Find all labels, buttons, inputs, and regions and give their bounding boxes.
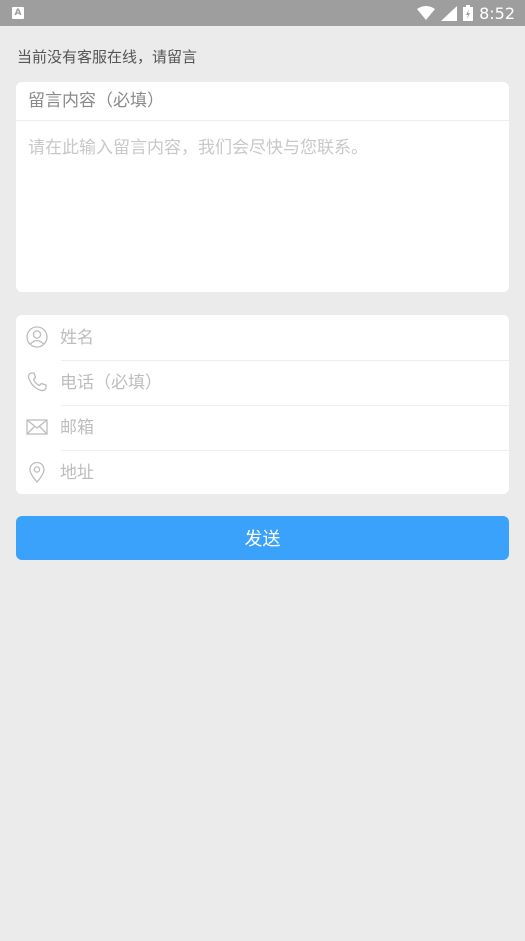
phone-icon [27, 372, 47, 392]
phone-input[interactable] [60, 360, 500, 405]
status-bar: A 8:52 [0, 0, 525, 26]
message-card: 留言内容（必填） [16, 82, 509, 292]
notification-app-icon: A [12, 7, 24, 19]
send-button[interactable]: 发送 [16, 516, 509, 560]
message-textarea[interactable] [28, 133, 497, 283]
location-icon [29, 461, 45, 483]
mail-icon [26, 419, 48, 435]
status-icons: 8:52 [417, 3, 515, 23]
status-time: 8:52 [479, 3, 515, 23]
offline-notice: 当前没有客服在线，请留言 [17, 48, 198, 66]
contact-card [16, 315, 509, 495]
battery-icon [463, 5, 474, 21]
person-icon [26, 326, 48, 348]
email-row [16, 405, 509, 450]
address-input[interactable] [60, 450, 500, 495]
email-input[interactable] [60, 405, 500, 450]
message-label: 留言内容（必填） [16, 82, 509, 121]
name-input[interactable] [60, 315, 500, 360]
phone-row [16, 360, 509, 405]
wifi-icon [417, 6, 436, 20]
signal-icon [441, 5, 458, 21]
address-row [16, 450, 509, 495]
name-row [16, 315, 509, 360]
